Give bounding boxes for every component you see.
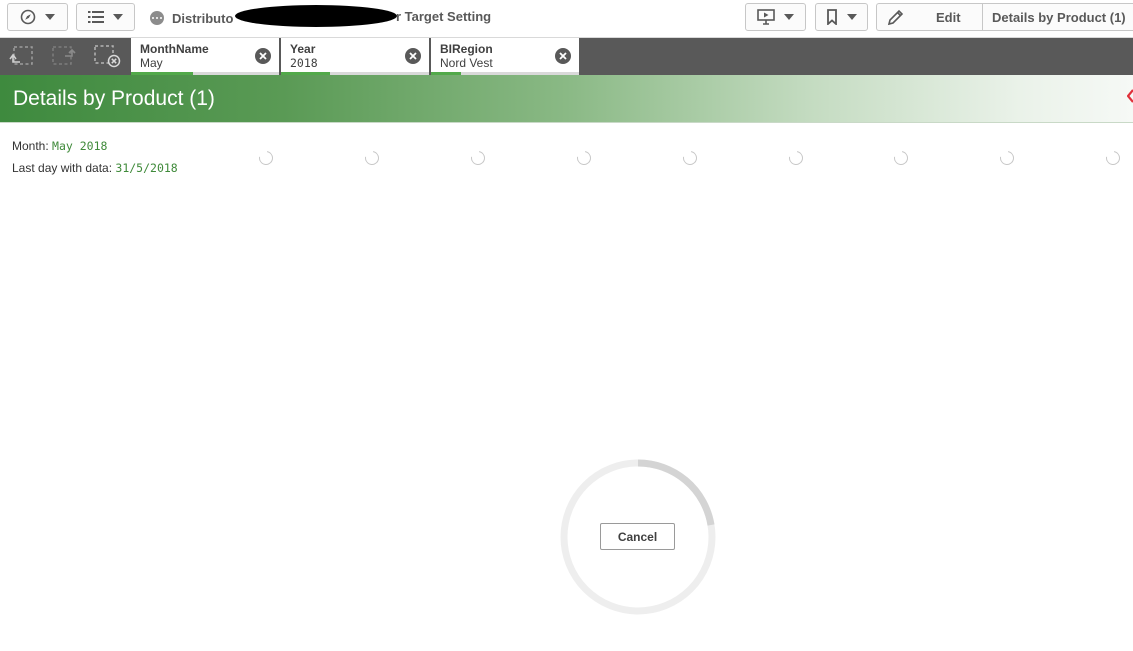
loading-spinner-icon	[891, 148, 911, 168]
month-value: May 2018	[52, 139, 108, 153]
edit-button[interactable]: Edit	[876, 3, 982, 31]
present-button[interactable]	[745, 3, 806, 31]
step-back-icon	[9, 46, 33, 65]
chevron-down-icon	[784, 14, 794, 20]
loading-spinner-icon	[997, 148, 1017, 168]
step-forward-button[interactable]	[49, 43, 79, 69]
chip-field-value: 2018	[290, 56, 318, 70]
clear-selection-icon[interactable]	[405, 48, 421, 64]
chip-field-name: MonthName	[140, 42, 209, 56]
more-options-icon[interactable]	[150, 11, 164, 25]
last-day-info: Last day with data: 31/5/2018	[12, 161, 178, 175]
chip-field-value: Nord Vest	[440, 56, 493, 70]
loading-spinner-icon	[362, 148, 382, 168]
selections-bar: MonthName May Year 2018 BIRegion Nord Ve…	[0, 38, 1133, 75]
clear-all-selections-icon	[94, 45, 121, 68]
last-day-value: 31/5/2018	[115, 161, 178, 175]
bookmark-icon	[827, 9, 837, 25]
last-day-label: Last day with data:	[12, 161, 113, 175]
chevron-down-icon	[847, 14, 857, 20]
loading-spinner-icon	[680, 148, 700, 168]
redaction-mark	[235, 5, 397, 27]
loading-spinner-icon	[1103, 148, 1123, 168]
loading-spinner-icon	[468, 148, 488, 168]
app-title: Distributo	[150, 9, 233, 27]
chip-field-name: Year	[290, 42, 316, 56]
chevron-down-icon	[45, 14, 55, 20]
selection-chip-monthname[interactable]: MonthName May	[131, 38, 280, 75]
clear-all-selections-button[interactable]	[92, 43, 122, 69]
top-toolbar: Distributo r Target Setting Edit Details…	[0, 0, 1133, 38]
loading-spinner-icon	[786, 148, 806, 168]
loading-spinner-icon	[574, 148, 594, 168]
chip-field-value: May	[140, 56, 163, 70]
app-overview-button[interactable]	[76, 3, 135, 31]
month-label: Month:	[12, 139, 49, 153]
logo-fragment-icon	[1127, 89, 1133, 103]
chip-field-name: BIRegion	[440, 42, 493, 56]
compass-icon	[20, 9, 36, 25]
app-title-end: r Target Setting	[396, 9, 492, 24]
step-back-button[interactable]	[6, 43, 36, 69]
presentation-icon	[757, 9, 775, 25]
list-icon	[88, 11, 104, 23]
clear-selection-icon[interactable]	[555, 48, 571, 64]
sheet-header: Details by Product (1)	[0, 75, 1133, 123]
navigation-menu-button[interactable]	[7, 3, 68, 31]
clear-selection-icon[interactable]	[255, 48, 271, 64]
chevron-down-icon	[113, 14, 123, 20]
bookmarks-button[interactable]	[815, 3, 868, 31]
sheet-navigator-button[interactable]: Details by Product (1)	[982, 3, 1133, 31]
cancel-button[interactable]: Cancel	[600, 523, 675, 550]
app-title-start: Distributo	[172, 10, 234, 26]
month-info: Month: May 2018	[12, 139, 107, 153]
selection-chip-biregion[interactable]: BIRegion Nord Vest	[431, 38, 580, 75]
sheet-title: Details by Product (1)	[13, 87, 215, 110]
pencil-icon	[887, 9, 904, 25]
selection-chip-year[interactable]: Year 2018	[281, 38, 430, 75]
edit-label: Edit	[936, 9, 961, 25]
sheet-navigator-label: Details by Product (1)	[992, 9, 1126, 25]
loading-spinner-icon	[256, 148, 276, 168]
step-forward-icon	[52, 46, 76, 65]
